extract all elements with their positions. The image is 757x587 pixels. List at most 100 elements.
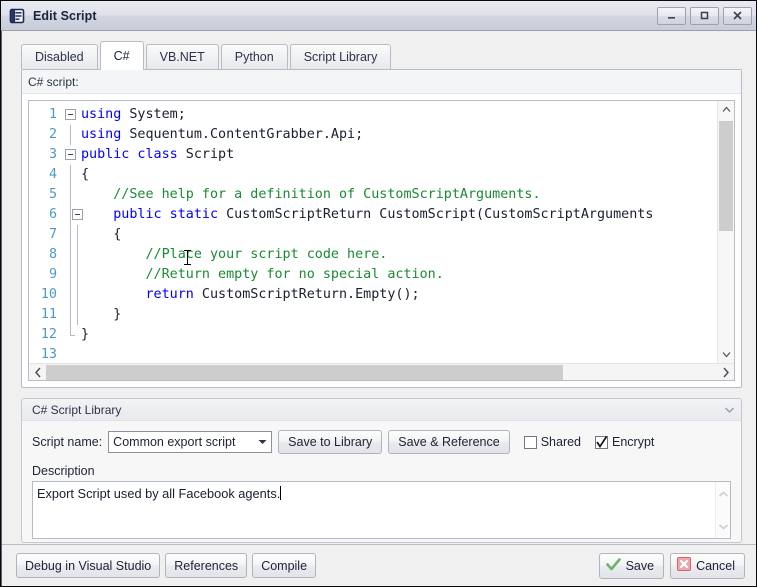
horizontal-scroll-thumb[interactable] [46, 365, 563, 380]
line-number: 3 [29, 145, 63, 165]
description-scrollbar[interactable] [715, 482, 730, 538]
tab-label: Python [235, 50, 274, 64]
minimize-button[interactable] [657, 7, 686, 25]
tab-csharp[interactable]: C# [100, 41, 144, 70]
vertical-scroll-thumb[interactable] [719, 121, 733, 231]
code-line-text: public class Script [79, 145, 717, 165]
maximize-button[interactable] [690, 7, 719, 25]
description-textarea[interactable]: Export Script used by all Facebook agent… [32, 481, 731, 539]
dialog-client-area: Disabled C# VB.NET Python Script Library… [1, 31, 756, 586]
code-line-text: { [79, 225, 717, 245]
scroll-down-arrow-icon[interactable] [718, 517, 729, 535]
shared-label: Shared [541, 435, 581, 449]
close-button[interactable] [723, 7, 752, 25]
scroll-left-arrow-icon[interactable] [29, 364, 46, 381]
code-editor[interactable]: 1using System;2using Sequentum.ContentGr… [28, 100, 735, 381]
code-line-text: public static CustomScriptReturn CustomS… [79, 205, 717, 225]
fold-guide-line [63, 245, 79, 265]
editor-horizontal-scrollbar[interactable] [29, 363, 734, 380]
code-line-text: return CustomScriptReturn.Empty(); [79, 285, 717, 305]
save-to-library-button[interactable]: Save to Library [278, 430, 382, 454]
line-number: 11 [29, 305, 63, 325]
checkbox-box-unchecked[interactable] [524, 436, 537, 449]
scroll-right-arrow-icon[interactable] [717, 364, 734, 381]
text-caret [280, 486, 281, 500]
code-line-text: { [79, 165, 717, 185]
shared-checkbox[interactable]: Shared [524, 435, 581, 449]
button-label: Save & Reference [398, 435, 499, 449]
code-line-text: } [79, 325, 717, 345]
code-line: 3 public class Script [29, 145, 717, 165]
tab-disabled[interactable]: Disabled [21, 44, 98, 69]
debug-in-visual-studio-button[interactable]: Debug in Visual Studio [16, 553, 160, 578]
tab-label: Disabled [35, 50, 84, 64]
script-group-box: C# script: 1using System;2using Sequentu… [21, 69, 742, 388]
code-line-text: } [79, 305, 717, 325]
line-number: 7 [29, 225, 63, 245]
checkbox-box-checked[interactable] [595, 436, 608, 449]
script-library-header[interactable]: C# Script Library [22, 399, 741, 421]
scroll-up-arrow-icon[interactable] [718, 485, 729, 503]
encrypt-label: Encrypt [612, 435, 654, 449]
fold-toggle-icon[interactable] [63, 105, 79, 125]
code-line-text: using System; [79, 105, 717, 125]
references-button[interactable]: References [165, 553, 247, 578]
code-line: 12} [29, 325, 717, 345]
scroll-down-arrow-icon[interactable] [718, 346, 734, 363]
code-line: 11 } [29, 305, 717, 325]
horizontal-scroll-track[interactable] [46, 364, 717, 381]
fold-guide-line [63, 225, 79, 245]
code-text-area[interactable]: 1using System;2using Sequentum.ContentGr… [29, 101, 717, 363]
code-line-text: //Place your script code here. [79, 245, 717, 265]
code-line-text: //Return empty for no special action. [79, 265, 717, 285]
footer-left-buttons: Debug in Visual Studio References Compil… [16, 553, 321, 578]
description-text[interactable]: Export Script used by all Facebook agent… [33, 482, 715, 538]
fold-guide-line [63, 265, 79, 285]
tab-python[interactable]: Python [221, 44, 288, 69]
code-line: 5 //See help for a definition of CustomS… [29, 185, 717, 205]
chevron-down-icon[interactable] [254, 432, 271, 452]
scroll-up-arrow-icon[interactable] [718, 101, 734, 118]
code-editor-body: 1using System;2using Sequentum.ContentGr… [29, 101, 734, 363]
line-number: 4 [29, 165, 63, 185]
vertical-scroll-track[interactable] [718, 118, 734, 346]
fold-empty [63, 345, 79, 363]
button-label: Cancel [696, 559, 735, 573]
tab-script-library[interactable]: Script Library [290, 44, 392, 69]
window-title: Edit Script [33, 9, 653, 23]
description-value: Export Script used by all Facebook agent… [37, 486, 280, 501]
chevron-down-icon[interactable] [724, 403, 735, 417]
editor-vertical-scrollbar[interactable] [717, 101, 734, 363]
check-icon [606, 558, 621, 574]
script-library-body: Script name: Common export script Save t… [22, 421, 741, 539]
fold-guide-line [63, 185, 79, 205]
script-name-dropdown[interactable]: Common export script [108, 431, 272, 453]
fold-toggle-icon[interactable] [63, 145, 79, 165]
save-and-reference-button[interactable]: Save & Reference [388, 430, 509, 454]
save-button[interactable]: Save [599, 553, 665, 579]
footer-right-buttons: Save Cancel [593, 553, 745, 579]
text-caret [187, 250, 188, 265]
line-number: 2 [29, 125, 63, 145]
edit-script-window: Edit Script Disabled C# VB.NET Python Sc… [0, 0, 757, 587]
script-edit-icon [8, 7, 26, 25]
tab-vbnet[interactable]: VB.NET [146, 44, 219, 69]
button-label: Debug in Visual Studio [25, 559, 151, 573]
button-label: Save to Library [288, 435, 372, 449]
script-name-row: Script name: Common export script Save t… [32, 430, 731, 454]
code-line: 1using System; [29, 105, 717, 125]
encrypt-checkbox[interactable]: Encrypt [595, 435, 654, 449]
title-bar: Edit Script [1, 1, 756, 31]
script-library-title: C# Script Library [32, 403, 724, 417]
compile-button[interactable]: Compile [252, 553, 316, 578]
code-line: 2using Sequentum.ContentGrabber.Api; [29, 125, 717, 145]
fold-toggle-icon[interactable] [63, 205, 79, 225]
language-tabstrip: Disabled C# VB.NET Python Script Library [21, 40, 756, 69]
code-line: 9 //Return empty for no special action. [29, 265, 717, 285]
fold-guide-line [63, 125, 79, 145]
tab-label: Script Library [304, 50, 378, 64]
line-number: 13 [29, 345, 63, 363]
code-lines: 1using System;2using Sequentum.ContentGr… [29, 105, 717, 363]
code-line: 8 //Place your script code here. [29, 245, 717, 265]
cancel-button[interactable]: Cancel [670, 553, 745, 579]
